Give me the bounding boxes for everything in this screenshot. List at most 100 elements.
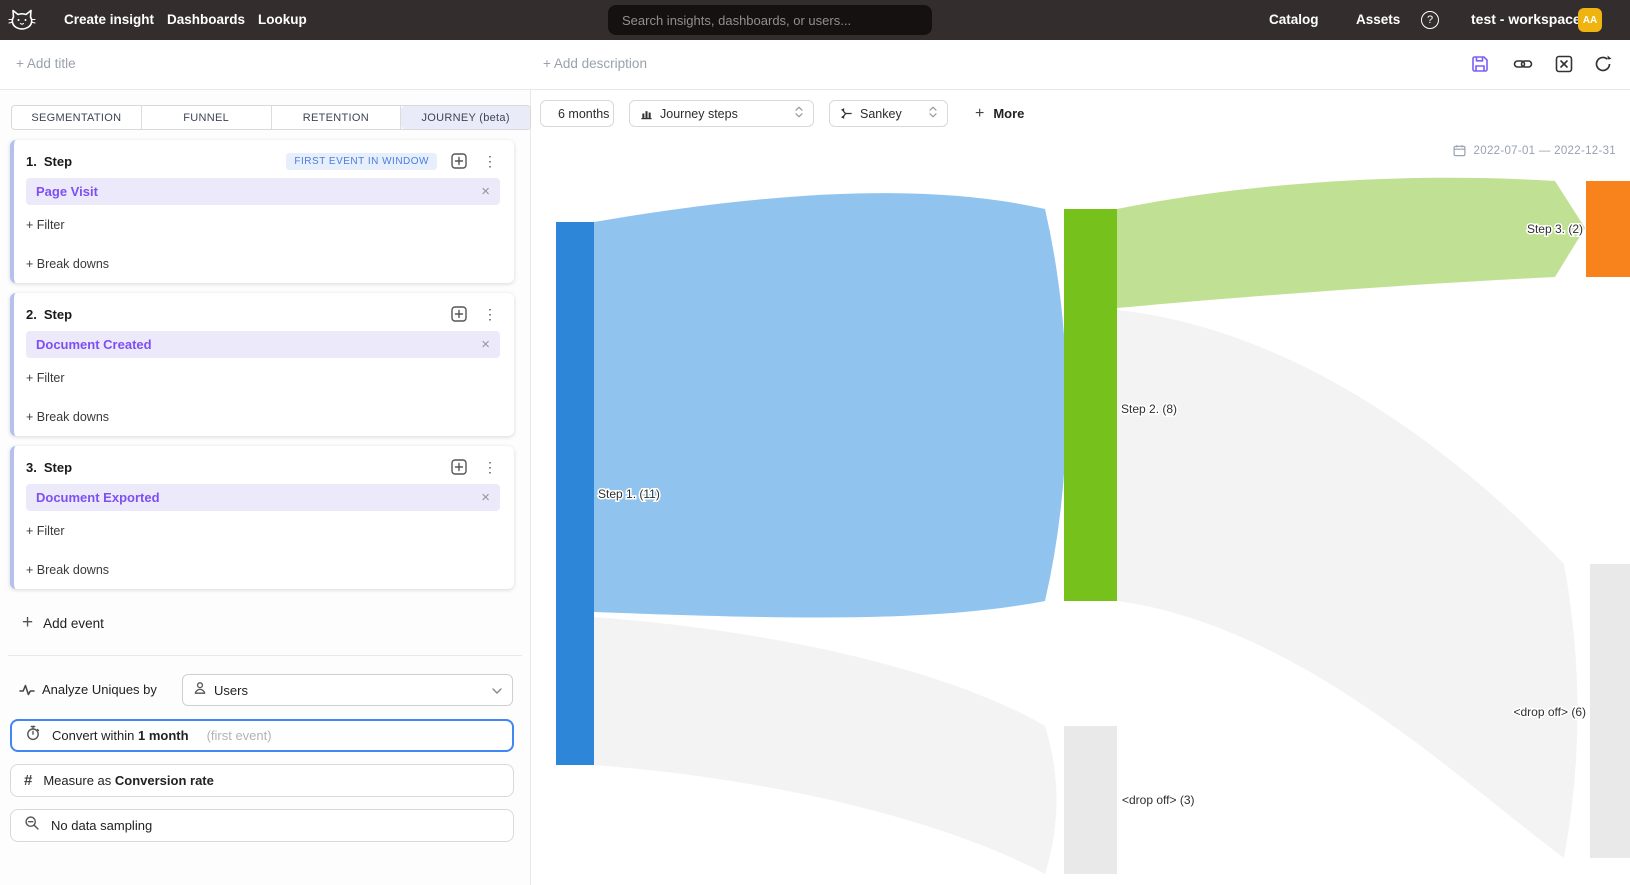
- add-filter-button[interactable]: + Filter: [26, 371, 65, 385]
- sampling-label: No data sampling: [51, 818, 152, 833]
- add-filter-button[interactable]: + Filter: [26, 524, 65, 538]
- chart-type-select[interactable]: Sankey: [829, 100, 948, 127]
- more-options-button[interactable]: + More: [975, 100, 1024, 127]
- step-menu-icon[interactable]: ⋮: [483, 459, 497, 475]
- stopwatch-icon: [25, 725, 41, 746]
- top-nav: Create insight Dashboards Lookup Catalog…: [0, 0, 1630, 40]
- help-icon[interactable]: ?: [1421, 11, 1439, 29]
- panel-divider: [8, 655, 522, 656]
- step-card-2: 2. Step ⋮ Document Created × + Filter + …: [10, 293, 514, 436]
- add-breakdown-button[interactable]: + Break downs: [26, 257, 109, 271]
- step-number: 3.: [26, 460, 37, 475]
- sampling-magnifier-icon: [24, 815, 40, 836]
- step-number: 2.: [26, 307, 37, 322]
- node-label-step3: Step 3. (2): [1527, 222, 1583, 236]
- sankey-chart: Step 1. (11) Step 2. (8) Step 3. (2) <dr…: [531, 160, 1630, 885]
- event-chip-label: Page Visit: [36, 184, 98, 199]
- analyze-by-value: Users: [214, 683, 248, 698]
- add-event-to-step-icon[interactable]: [451, 306, 467, 322]
- select-arrows-icon: [929, 106, 937, 121]
- add-title-button[interactable]: + Add title: [16, 56, 76, 71]
- event-chip[interactable]: Document Created ×: [26, 331, 500, 358]
- convert-within-row[interactable]: Convert within 1 month (first event): [10, 719, 514, 752]
- remove-event-icon[interactable]: ×: [481, 490, 490, 505]
- flow-step2-step3[interactable]: [1117, 178, 1585, 308]
- analyze-row: Analyze Uniques by Users: [0, 674, 530, 706]
- add-breakdown-button[interactable]: + Break downs: [26, 563, 109, 577]
- remove-event-icon[interactable]: ×: [481, 337, 490, 352]
- copy-link-icon[interactable]: [1513, 54, 1533, 74]
- chart-breakdown-select[interactable]: Journey steps: [629, 100, 814, 127]
- date-range-text: 2022-07-01 — 2022-12-31: [1474, 145, 1616, 157]
- nav-create-insight[interactable]: Create insight: [64, 12, 154, 27]
- calendar-icon: [1453, 144, 1466, 157]
- event-chip[interactable]: Page Visit ×: [26, 178, 500, 205]
- nav-assets[interactable]: Assets: [1356, 12, 1400, 27]
- node-dropoff-after-step1[interactable]: [1064, 726, 1117, 874]
- tab-retention[interactable]: RETENTION: [272, 106, 402, 129]
- add-event-to-step-icon[interactable]: [451, 459, 467, 475]
- insight-title-bar: + Add title + Add description: [0, 40, 1630, 90]
- flow-step2-dropoff[interactable]: [1117, 310, 1578, 858]
- hash-icon: #: [24, 772, 32, 789]
- add-breakdown-button[interactable]: + Break downs: [26, 410, 109, 424]
- step-menu-icon[interactable]: ⋮: [483, 306, 497, 322]
- step-card-1: 1. Step FIRST EVENT IN WINDOW ⋮ Page Vis…: [10, 140, 514, 283]
- add-event-to-step-icon[interactable]: [451, 153, 467, 169]
- chart-pane: 6 months Journey steps Sankey + More 202…: [531, 90, 1630, 885]
- measure-value: Conversion rate: [115, 773, 214, 788]
- add-filter-button[interactable]: + Filter: [26, 218, 65, 232]
- chevron-down-icon: [492, 681, 502, 699]
- save-button[interactable]: [1470, 54, 1490, 74]
- flow-step1-dropoff[interactable]: [594, 617, 1057, 874]
- workspace-name[interactable]: test - workspace: [1471, 11, 1581, 27]
- remove-event-icon[interactable]: ×: [481, 184, 490, 199]
- node-step3[interactable]: [1586, 181, 1630, 277]
- sankey-fork-icon: [840, 107, 853, 120]
- clear-insight-icon[interactable]: [1554, 54, 1574, 74]
- nav-catalog[interactable]: Catalog: [1269, 12, 1319, 27]
- analyze-label: Analyze Uniques by: [42, 682, 157, 697]
- add-description-button[interactable]: + Add description: [543, 56, 647, 71]
- search-input[interactable]: [608, 13, 932, 28]
- insight-type-tabs: SEGMENTATION FUNNEL RETENTION JOURNEY (b…: [11, 105, 531, 130]
- data-sampling-row[interactable]: No data sampling: [10, 809, 514, 842]
- global-search: [608, 5, 932, 35]
- user-icon: [193, 681, 207, 700]
- node-label-dropoff-after-step2: <drop off> (6): [1514, 705, 1587, 719]
- measure-prefix: Measure as: [43, 773, 111, 788]
- node-label-step1: Step 1. (11): [598, 487, 660, 501]
- flow-step1-step2[interactable]: [594, 193, 1067, 617]
- node-step2[interactable]: [1064, 209, 1117, 601]
- activity-icon: [19, 682, 35, 703]
- tab-journey[interactable]: JOURNEY (beta): [401, 106, 530, 129]
- event-chip-label: Document Exported: [36, 490, 160, 505]
- convert-value: 1 month: [138, 728, 189, 743]
- step-menu-icon[interactable]: ⋮: [483, 153, 497, 169]
- tab-segmentation[interactable]: SEGMENTATION: [12, 106, 142, 129]
- journey-config-panel: SEGMENTATION FUNNEL RETENTION JOURNEY (b…: [0, 90, 531, 885]
- node-label-dropoff-after-step1: <drop off> (3): [1122, 793, 1195, 807]
- tab-funnel[interactable]: FUNNEL: [142, 106, 272, 129]
- date-period-button[interactable]: 6 months: [540, 100, 614, 127]
- measure-as-row[interactable]: # Measure as Conversion rate: [10, 764, 514, 797]
- plus-icon: +: [22, 612, 33, 634]
- refresh-icon[interactable]: [1593, 54, 1613, 74]
- step-number: 1.: [26, 154, 37, 169]
- app-logo-cat-icon[interactable]: [8, 7, 36, 33]
- node-dropoff-after-step2[interactable]: [1590, 564, 1630, 858]
- convert-hint: (first event): [207, 728, 272, 743]
- nav-lookup[interactable]: Lookup: [258, 12, 307, 27]
- step-title: Step: [44, 154, 72, 169]
- node-step1[interactable]: [556, 222, 594, 765]
- select-arrows-icon: [795, 106, 803, 121]
- nav-dashboards[interactable]: Dashboards: [167, 12, 245, 27]
- analyze-by-select[interactable]: Users: [182, 674, 513, 706]
- event-chip[interactable]: Document Exported ×: [26, 484, 500, 511]
- step-title: Step: [44, 460, 72, 475]
- date-range-display: 2022-07-01 — 2022-12-31: [1453, 144, 1616, 157]
- plus-icon: +: [975, 105, 984, 123]
- bar-chart-icon: [640, 107, 653, 120]
- add-event-button[interactable]: + Add event: [22, 610, 104, 636]
- avatar[interactable]: AA: [1578, 8, 1602, 32]
